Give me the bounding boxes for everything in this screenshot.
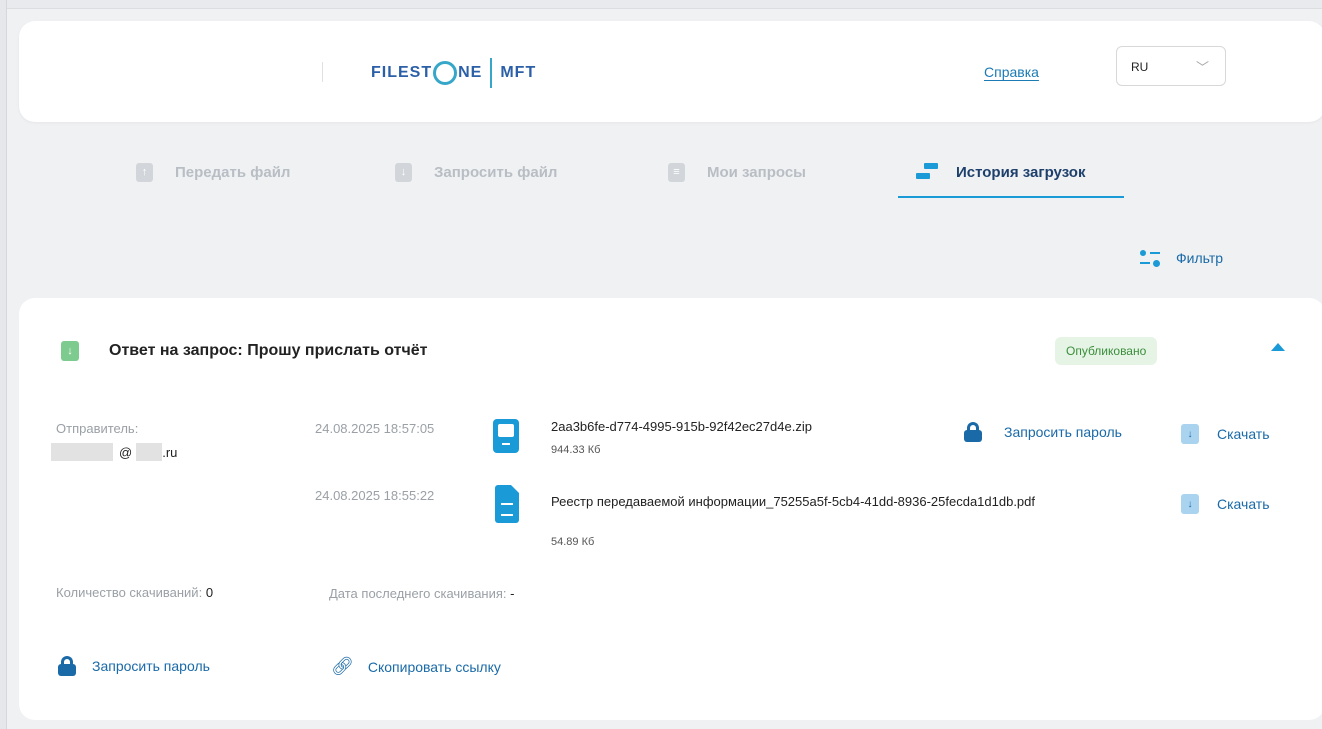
tab-label: История загрузок [956, 163, 1086, 181]
document-icon: ≡ [668, 162, 685, 182]
window-top-edge [0, 0, 1322, 9]
request-password-label: Запросить пароль [92, 658, 210, 674]
link-icon: 🔗︎ [331, 656, 354, 676]
download-icon: ↓ [1181, 494, 1199, 514]
file-date: 24.08.2025 18:57:05 [315, 421, 435, 436]
window-left-edge [0, 0, 7, 729]
lock-icon [964, 422, 982, 442]
archive-icon [493, 419, 519, 453]
request-card: ↓ Ответ на запрос: Прошу прислать отчёт … [19, 298, 1322, 720]
header-divider [322, 62, 323, 82]
download-icon: ↓ [395, 162, 412, 182]
file-name: Реестр передаваемой информации_75255a5f-… [551, 494, 1036, 509]
logo-text-left: FILEST [371, 64, 433, 81]
filestone-logo[interactable]: FILEST NE MFT [371, 51, 536, 95]
downloads-count-label: Количество скачиваний: [56, 585, 203, 600]
sender-email: @ .ru [51, 443, 177, 461]
filter-button[interactable]: Фильтр [1138, 247, 1223, 269]
status-badge: Опубликовано [1055, 337, 1158, 365]
last-download-label: Дата последнего скачивания: [329, 586, 507, 601]
file-size: 944.33 Кб [551, 444, 601, 456]
last-download-value: - [510, 586, 515, 601]
redacted-block [51, 443, 113, 461]
logo-separator [490, 58, 493, 88]
language-value: RU [1131, 60, 1149, 74]
last-download: Дата последнего скачивания: - [329, 586, 515, 601]
file-date: 24.08.2025 18:55:22 [315, 488, 435, 503]
card-title: Ответ на запрос: Прошу прислать отчёт [109, 342, 428, 359]
tab-request-file[interactable]: ↓ Запросить файл [395, 157, 557, 187]
help-link[interactable]: Справка [984, 64, 1039, 80]
top-header: FILEST NE MFT Справка RU ﹀ [19, 21, 1322, 122]
lock-icon [58, 656, 76, 676]
tab-label: Передать файл [175, 163, 291, 181]
sender-label: Отправитель: [56, 421, 139, 436]
downloads-count: Количество скачиваний: 0 [56, 585, 213, 600]
active-tab-indicator [898, 196, 1124, 198]
copy-link-label: Скопировать ссылку [367, 658, 501, 675]
upload-icon: ↑ [136, 162, 153, 182]
request-password-button[interactable]: Запросить пароль [964, 422, 1122, 442]
download-icon: ↓ [61, 341, 79, 361]
tab-send-file[interactable]: ↑ Передать файл [136, 157, 290, 187]
tab-label: Мои запросы [707, 163, 806, 181]
logo-text-mid: NE [458, 64, 483, 81]
logo-text-right: MFT [500, 64, 537, 81]
download-label: Скачать [1217, 496, 1270, 512]
collapse-arrow-icon[interactable] [1271, 343, 1285, 351]
file-name: 2aa3b6fe-d774-4995-915b-92f42ec27d4e.zip [551, 419, 812, 434]
download-label: Скачать [1217, 426, 1270, 442]
filter-label: Фильтр [1176, 250, 1224, 266]
logo-ring-icon [433, 61, 458, 85]
filter-icon [1138, 247, 1162, 269]
tab-my-requests[interactable]: ≡ Мои запросы [668, 157, 806, 187]
downloads-count-value: 0 [205, 585, 214, 600]
tab-label: Запросить файл [434, 163, 558, 181]
copy-link-button[interactable]: 🔗︎ Скопировать ссылку [331, 656, 501, 677]
language-select[interactable]: RU ﹀ [1116, 46, 1226, 86]
email-domain: .ru [162, 444, 178, 460]
transfer-icon [916, 161, 938, 183]
redacted-block [136, 443, 163, 461]
download-button[interactable]: ↓ Скачать [1181, 424, 1270, 444]
pdf-file-icon [495, 485, 519, 523]
chevron-down-icon: ﹀ [1195, 60, 1209, 75]
email-at: @ [119, 444, 133, 460]
request-password-label: Запросить пароль [1004, 424, 1122, 440]
download-button[interactable]: ↓ Скачать [1181, 494, 1270, 514]
download-icon: ↓ [1181, 424, 1199, 444]
tab-download-history[interactable]: История загрузок [916, 157, 1085, 187]
file-size: 54.89 Кб [551, 536, 595, 548]
request-password-button[interactable]: Запросить пароль [58, 656, 210, 676]
